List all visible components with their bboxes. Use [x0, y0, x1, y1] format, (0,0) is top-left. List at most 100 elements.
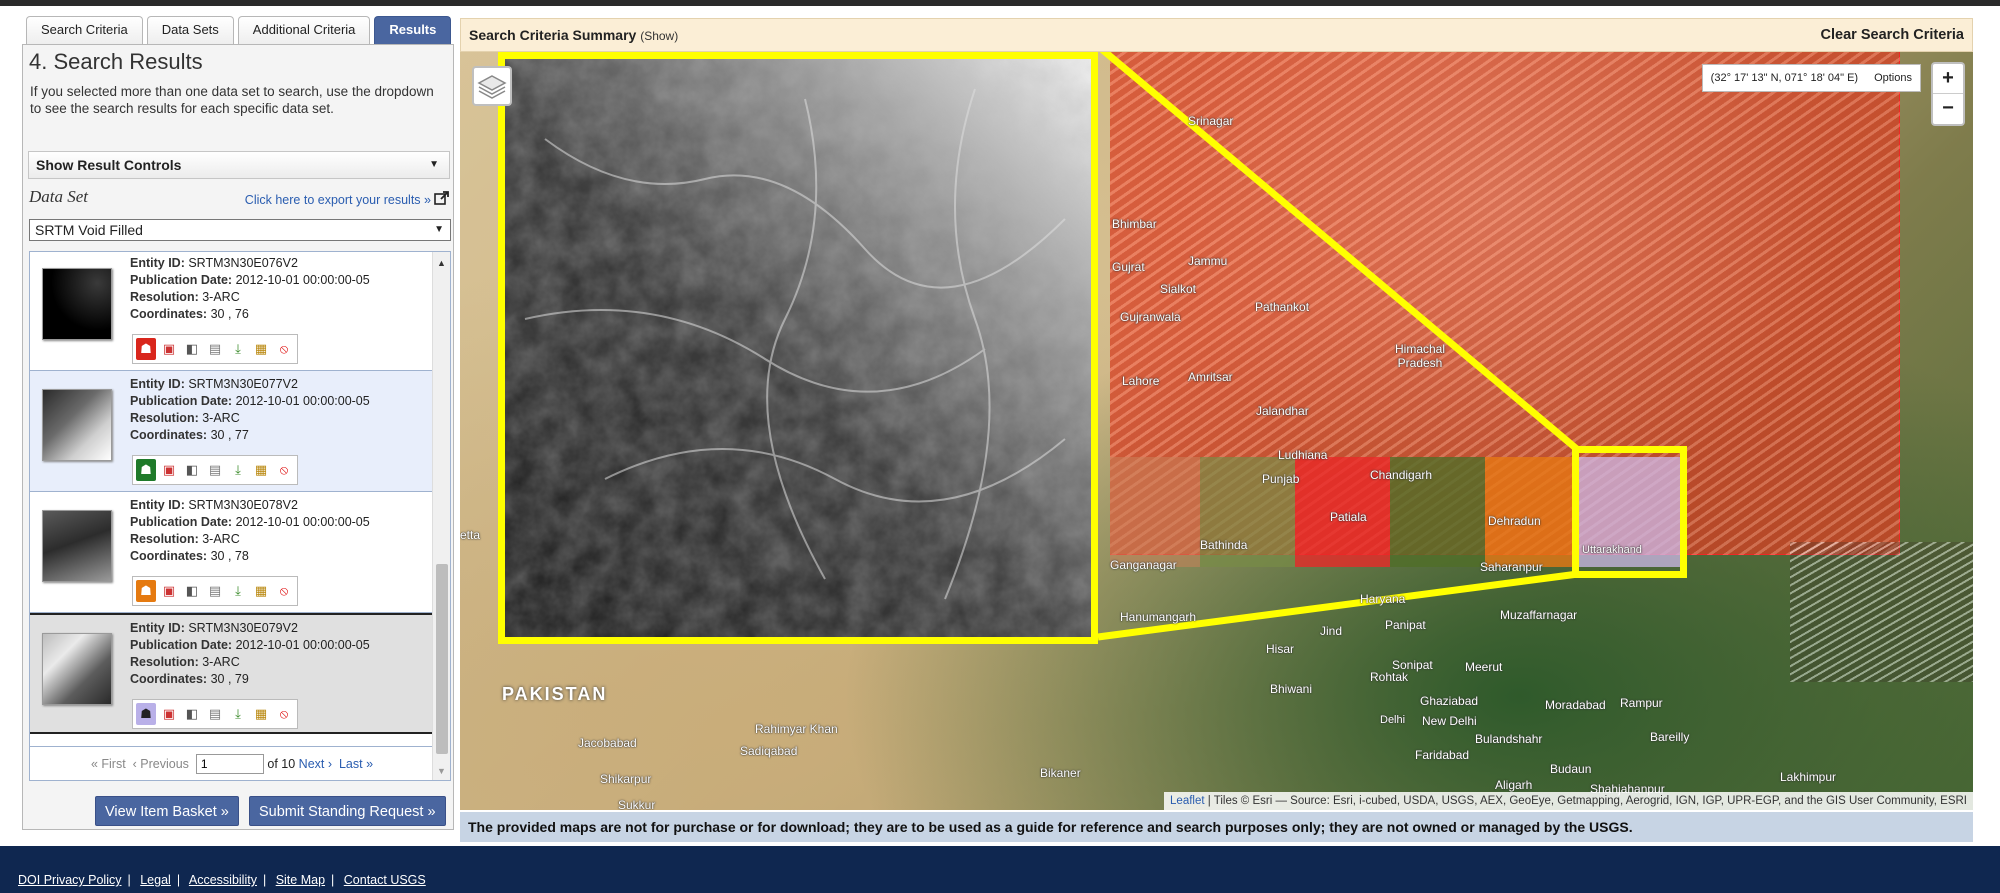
footer-links: DOI Privacy Policy | Legal | Accessibility… [18, 873, 426, 887]
dataset-select[interactable]: SRTM Void Filled ▼ [29, 219, 451, 241]
view-item-basket-button[interactable]: View Item Basket » [95, 796, 239, 826]
footprint-icon[interactable]: ☗ [136, 703, 156, 725]
map-label: Ghaziabad [1420, 694, 1479, 708]
map-disclaimer: The provided maps are not for purchase o… [460, 812, 1973, 842]
last-page-link[interactable]: Last » [339, 757, 373, 771]
search-criteria-summary-bar: Search Criteria Summary (Show) Clear Sea… [460, 18, 1973, 52]
list-item[interactable]: Entity ID: SRTM3N30E078V2 Publication Da… [30, 492, 432, 613]
result-info: Entity ID: SRTM3N30E076V2 Publication Da… [130, 255, 370, 323]
footprint-icon[interactable]: ☗ [136, 459, 156, 481]
overlay-icon[interactable]: ▣ [159, 703, 179, 725]
map-label: Himachal Pradesh [1394, 342, 1445, 370]
external-link-icon[interactable] [434, 191, 449, 206]
tab-results[interactable]: Results [374, 16, 452, 44]
coordinates: 30 , 78 [210, 549, 249, 563]
compare-icon[interactable]: ◧ [182, 703, 202, 725]
footprint-icon[interactable]: ☗ [136, 338, 156, 360]
order-icon[interactable]: ▦ [251, 580, 271, 602]
order-icon[interactable]: ▦ [251, 459, 271, 481]
compare-icon[interactable]: ◧ [182, 459, 202, 481]
map-label: Panipat [1385, 618, 1426, 632]
map-label: Patiala [1330, 510, 1367, 524]
tab-data-sets[interactable]: Data Sets [146, 16, 234, 44]
criteria-summary-label: Search Criteria Summary [469, 27, 637, 43]
results-panel: 4. Search Results If you selected more t… [22, 44, 454, 830]
map-label: Sukkur [618, 798, 656, 810]
publication-date-label: Publication Date: [130, 638, 233, 652]
next-page-link[interactable]: Next › [299, 757, 332, 771]
compare-icon[interactable]: ◧ [182, 338, 202, 360]
metadata-icon[interactable]: ▤ [205, 703, 225, 725]
map-label: Bulandshahr [1475, 732, 1543, 746]
result-info: Entity ID: SRTM3N30E077V2 Publication Da… [130, 376, 370, 444]
exclude-icon[interactable]: ⦸ [274, 459, 294, 481]
download-icon[interactable]: ⤓ [228, 703, 248, 725]
footer-link-site-map[interactable]: Site Map [276, 873, 325, 887]
result-actions: ☗ ▣ ◧ ▤ ⤓ ▦ ⦸ [132, 455, 298, 485]
footprint-icon[interactable]: ☗ [136, 580, 156, 602]
export-results-link[interactable]: Click here to export your results » [245, 193, 431, 207]
overlay-icon[interactable]: ▣ [159, 459, 179, 481]
results-scrollbar[interactable]: ▲ ▼ [432, 252, 450, 780]
footer-link-accessibility[interactable]: Accessibility [189, 873, 257, 887]
exclude-icon[interactable]: ⦸ [274, 580, 294, 602]
result-thumbnail[interactable] [42, 633, 112, 705]
criteria-summary-title: Search Criteria Summary (Show) [469, 27, 678, 43]
scrollbar-thumb[interactable] [436, 564, 448, 754]
resolution: 3-ARC [202, 411, 240, 425]
overlay-icon[interactable]: ▣ [159, 580, 179, 602]
map-label: Delhi [1380, 714, 1406, 726]
order-icon[interactable]: ▦ [251, 703, 271, 725]
zoom-out-button[interactable]: − [1933, 94, 1963, 124]
page-number-input[interactable] [195, 754, 264, 774]
publication-date: 2012-10-01 00:00:00-05 [235, 394, 370, 408]
zoom-control: + − [1931, 62, 1965, 126]
scroll-down-arrow-icon[interactable]: ▼ [437, 766, 446, 776]
metadata-icon[interactable]: ▤ [205, 338, 225, 360]
map-label: Punjab [1262, 472, 1300, 486]
footer-link-privacy[interactable]: DOI Privacy Policy [18, 873, 122, 887]
download-icon[interactable]: ⤓ [228, 580, 248, 602]
download-icon[interactable]: ⤓ [228, 459, 248, 481]
exclude-icon[interactable]: ⦸ [274, 338, 294, 360]
map-view[interactable]: Srinagar Bhimbar Jammu Gujrat Sialkot Gu… [460, 52, 1973, 810]
entity-id-label: Entity ID: [130, 256, 185, 270]
download-icon[interactable]: ⤓ [228, 338, 248, 360]
publication-date-label: Publication Date: [130, 273, 233, 287]
tab-additional-criteria[interactable]: Additional Criteria [237, 16, 371, 44]
submit-standing-request-button[interactable]: Submit Standing Request » [249, 796, 446, 826]
resolution: 3-ARC [202, 532, 240, 546]
previous-page-link[interactable]: ‹ Previous [133, 757, 189, 771]
compare-icon[interactable]: ◧ [182, 580, 202, 602]
footer-link-legal[interactable]: Legal [140, 873, 171, 887]
map-label: Dehradun [1488, 514, 1541, 528]
entity-id-label: Entity ID: [130, 498, 185, 512]
overlay-icon[interactable]: ▣ [159, 338, 179, 360]
list-item[interactable]: Entity ID: SRTM3N30E077V2 Publication Da… [30, 371, 432, 492]
map-label: Meerut [1465, 660, 1503, 674]
clear-search-criteria-button[interactable]: Clear Search Criteria [1821, 27, 1964, 43]
footer-link-contact[interactable]: Contact USGS [344, 873, 426, 887]
result-thumbnail[interactable] [42, 389, 112, 461]
coordinate-options-button[interactable]: Options [1874, 65, 1912, 91]
tab-search-criteria[interactable]: Search Criteria [26, 16, 143, 44]
result-thumbnail[interactable] [42, 510, 112, 582]
result-thumbnail[interactable] [42, 268, 112, 340]
metadata-icon[interactable]: ▤ [205, 459, 225, 481]
leaflet-link[interactable]: Leaflet [1170, 795, 1205, 807]
map-label: Sonipat [1392, 658, 1433, 672]
first-page-link[interactable]: « First [91, 757, 126, 771]
list-item[interactable]: Entity ID: SRTM3N30E079V2 Publication Da… [30, 613, 432, 734]
show-result-controls-toggle[interactable]: Show Result Controls ▼ [28, 151, 450, 179]
entity-id-label: Entity ID: [130, 377, 185, 391]
dataset-label: Data Set [29, 187, 89, 206]
zoom-in-button[interactable]: + [1933, 64, 1963, 94]
layers-control[interactable] [472, 66, 512, 106]
metadata-icon[interactable]: ▤ [205, 580, 225, 602]
exclude-icon[interactable]: ⦸ [274, 703, 294, 725]
list-item[interactable]: Entity ID: SRTM3N30E076V2 Publication Da… [30, 252, 432, 371]
scroll-up-arrow-icon[interactable]: ▲ [437, 258, 446, 268]
criteria-show-toggle[interactable]: (Show) [640, 29, 678, 43]
order-icon[interactable]: ▦ [251, 338, 271, 360]
top-bar [0, 0, 2000, 6]
